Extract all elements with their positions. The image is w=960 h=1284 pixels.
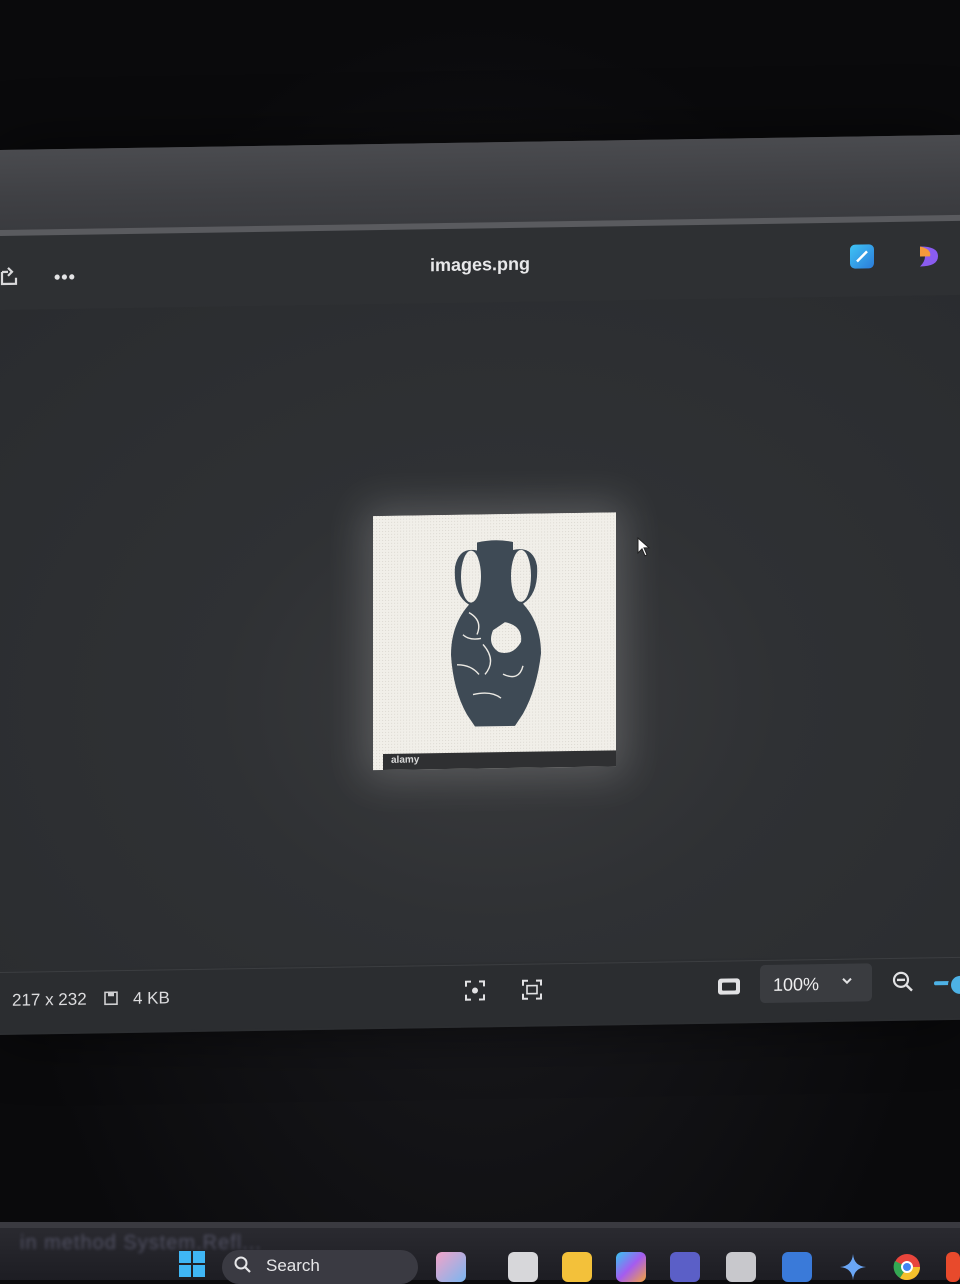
actual-size-icon[interactable] (521, 978, 543, 1000)
window-chrome (0, 134, 960, 230)
zoom-out-icon[interactable] (892, 971, 914, 993)
chrome-icon[interactable] (892, 1252, 922, 1282)
edit-image-icon[interactable] (850, 244, 874, 269)
disk-icon (104, 991, 118, 1006)
file-size: 4 KB (133, 988, 170, 1008)
ai-app-icon[interactable] (782, 1252, 812, 1282)
taskbar-search-box[interactable]: Search (222, 1250, 418, 1284)
app-icon-partial[interactable] (946, 1252, 960, 1282)
status-bar: 217 x 232 4 KB 100% (0, 956, 960, 1033)
amphora-image (373, 512, 616, 771)
background-code-text: in method System.Refl... (20, 1232, 262, 1254)
fullscreen-icon[interactable] (717, 975, 741, 997)
teams-icon[interactable] (670, 1252, 700, 1282)
taskbar: in method System.Refl... Search (0, 1228, 960, 1284)
file-explorer-icon[interactable] (562, 1252, 592, 1282)
app-cube-icon[interactable] (726, 1252, 756, 1282)
image-dimensions: 217 x 232 (12, 989, 87, 1010)
screen: ••• images.png alamy 217 x 232 4 KB 100%… (0, 0, 960, 1284)
photos-app-window: ••• images.png alamy 217 x 232 4 KB 100% (0, 134, 960, 1035)
watermark-text: alamy (391, 754, 420, 766)
zoom-slider-thumb[interactable] (948, 972, 960, 998)
search-icon (234, 1256, 251, 1273)
viewer-toolbar: ••• images.png (0, 231, 960, 306)
displayed-image: alamy (373, 512, 616, 771)
copilot-icon[interactable] (616, 1252, 646, 1282)
search-label: Search (266, 1256, 320, 1275)
window-title: images.png (429, 253, 531, 276)
gemini-star-icon[interactable] (838, 1252, 868, 1282)
chevron-down-icon (842, 977, 852, 985)
widget-icon[interactable] (436, 1252, 466, 1282)
mouse-cursor-icon (637, 536, 651, 557)
task-view-icon[interactable] (508, 1252, 538, 1282)
zoom-value: 100% (773, 974, 820, 995)
clipchamp-icon[interactable] (916, 243, 942, 269)
windows-start-icon[interactable] (178, 1250, 206, 1278)
fit-to-window-icon[interactable] (464, 979, 486, 1001)
zoom-dropdown[interactable]: 100% (760, 963, 872, 1004)
